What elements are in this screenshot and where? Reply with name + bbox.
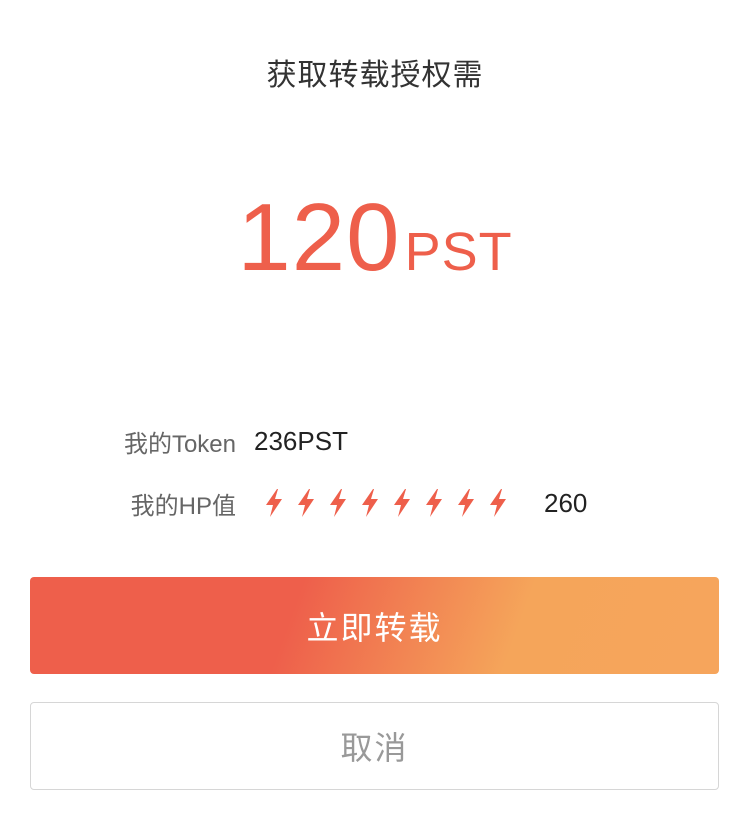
- lightning-bolt-icon: [362, 489, 378, 517]
- lightning-bolt-icon: [298, 489, 314, 517]
- price-amount: 120: [237, 184, 401, 291]
- lightning-bolt-icon: [394, 489, 410, 517]
- lightning-bolt-icon: [266, 489, 282, 517]
- confirm-repost-button[interactable]: 立即转载: [30, 577, 719, 674]
- hp-row: 我的HP值 260: [0, 483, 588, 523]
- hp-bolts: [262, 488, 510, 518]
- lightning-bolt-icon: [426, 489, 442, 517]
- dialog-title: 获取转载授权需: [266, 59, 484, 92]
- token-value: 236PST: [254, 425, 348, 456]
- cancel-button[interactable]: 取消: [30, 702, 719, 790]
- token-row: 我的Token 236PST: [0, 421, 348, 461]
- hp-label: 我的HP值: [130, 492, 236, 520]
- price-display: 120PST: [0, 190, 750, 286]
- lightning-bolt-icon: [490, 489, 506, 517]
- lightning-bolt-icon: [458, 489, 474, 517]
- token-label: 我的Token: [123, 430, 236, 458]
- lightning-bolt-icon: [330, 489, 346, 517]
- price-unit: PST: [404, 222, 513, 282]
- hp-value: 260: [544, 487, 588, 518]
